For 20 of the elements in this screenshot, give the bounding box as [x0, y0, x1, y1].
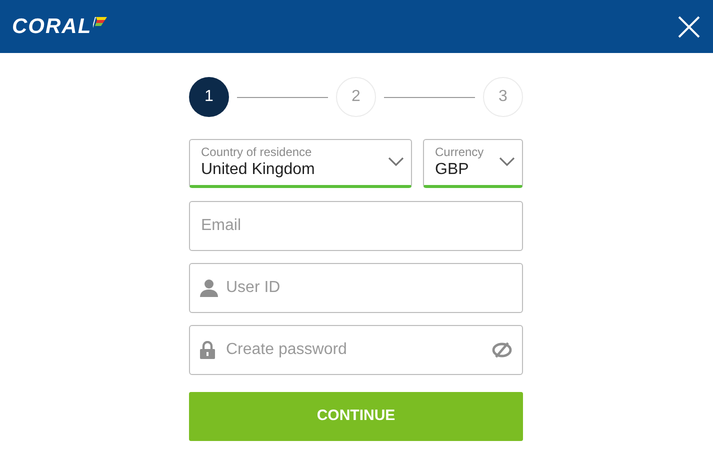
logo-text: CORAL: [12, 14, 92, 40]
step-indicator: 1: [189, 77, 229, 117]
field-value: United Kingdom: [201, 160, 315, 180]
chevron-down-icon: [388, 157, 404, 166]
chevron-down-icon: [499, 157, 515, 166]
step-indicator: 3: [483, 77, 523, 117]
flag-icon: [92, 17, 107, 28]
person-icon: [200, 279, 218, 297]
field-value: GBP: [435, 160, 469, 180]
user-id-field[interactable]: User ID: [189, 263, 523, 313]
lock-icon: [200, 341, 215, 359]
field-label: Country of residence: [201, 145, 313, 159]
close-button[interactable]: [677, 14, 701, 38]
email-field[interactable]: Email: [189, 201, 523, 251]
select-field[interactable]: Country of residence United Kingdom: [189, 139, 412, 188]
eye-slash-icon[interactable]: [492, 342, 512, 358]
select-field[interactable]: Currency GBP: [423, 139, 523, 188]
field-label: Currency: [435, 145, 485, 159]
step-indicator: 2: [336, 77, 376, 117]
password-field[interactable]: Create password: [189, 325, 523, 375]
